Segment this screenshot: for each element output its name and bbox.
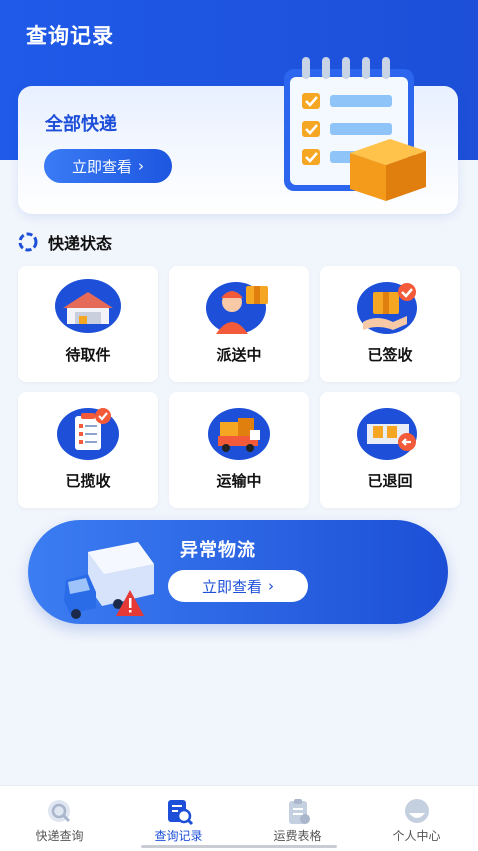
- tab-express-query[interactable]: 快递查询: [0, 786, 119, 851]
- all-express-view-button[interactable]: 立即查看 ›: [44, 149, 172, 183]
- truck-warning-illustration: [64, 542, 154, 619]
- bottom-tab-bar: 快递查询 查询记录 运费表格 个人中心: [0, 785, 478, 851]
- tab-profile[interactable]: 个人中心: [357, 786, 476, 851]
- package-return-icon: [357, 408, 417, 460]
- status-label: 已揽收: [65, 472, 111, 490]
- calendar-checklist-illustration: [284, 57, 426, 201]
- clipboard-check-icon: [57, 408, 119, 460]
- status-label: 派送中: [216, 346, 262, 364]
- status-label: 待取件: [65, 346, 111, 364]
- status-tile-in-transit[interactable]: 运输中: [169, 392, 309, 508]
- tab-query-records[interactable]: 查询记录: [119, 786, 238, 851]
- abnormal-view-button[interactable]: 立即查看 ›: [168, 570, 308, 602]
- home-indicator: [141, 845, 337, 848]
- tab-label: 快递查询: [35, 829, 84, 843]
- status-tile-collected[interactable]: 已揽收: [18, 392, 158, 508]
- clipboard-form-icon: [289, 799, 310, 824]
- abnormal-logistics-banner[interactable]: 异常物流 立即查看 ›: [28, 520, 448, 624]
- status-section-title: 快递状态: [48, 234, 113, 253]
- warehouse-icon: [55, 279, 121, 333]
- package-signed-icon: [357, 282, 417, 334]
- delivery-truck-icon: [208, 408, 270, 460]
- tab-shipping-rates[interactable]: 运费表格: [238, 786, 357, 851]
- status-tile-pending-pickup[interactable]: 待取件: [18, 266, 158, 382]
- chevron-right-icon: ›: [268, 576, 274, 595]
- tab-label: 运费表格: [273, 829, 322, 843]
- abnormal-logistics-title: 异常物流: [180, 540, 256, 561]
- chevron-right-icon: ›: [138, 156, 144, 175]
- status-label: 运输中: [216, 472, 262, 490]
- status-tile-delivering[interactable]: 派送中: [169, 266, 309, 382]
- all-express-title: 全部快递: [45, 114, 117, 135]
- search-icon: [48, 800, 71, 823]
- status-section-header: 快递状态: [18, 230, 112, 254]
- view-button-label: 立即查看: [71, 157, 132, 176]
- status-tile-returned[interactable]: 已退回: [320, 392, 460, 508]
- view-button-label: 立即查看: [201, 577, 262, 596]
- user-icon: [405, 799, 429, 823]
- status-label: 已退回: [367, 472, 413, 490]
- tab-label: 查询记录: [154, 829, 203, 843]
- courier-icon: [206, 282, 268, 334]
- lifebuoy-icon: [18, 232, 38, 252]
- page-title: 查询记录: [26, 24, 114, 48]
- status-tile-signed[interactable]: 已签收: [320, 266, 460, 382]
- record-search-icon: [168, 800, 194, 826]
- tab-label: 个人中心: [392, 829, 441, 843]
- status-label: 已签收: [367, 346, 413, 364]
